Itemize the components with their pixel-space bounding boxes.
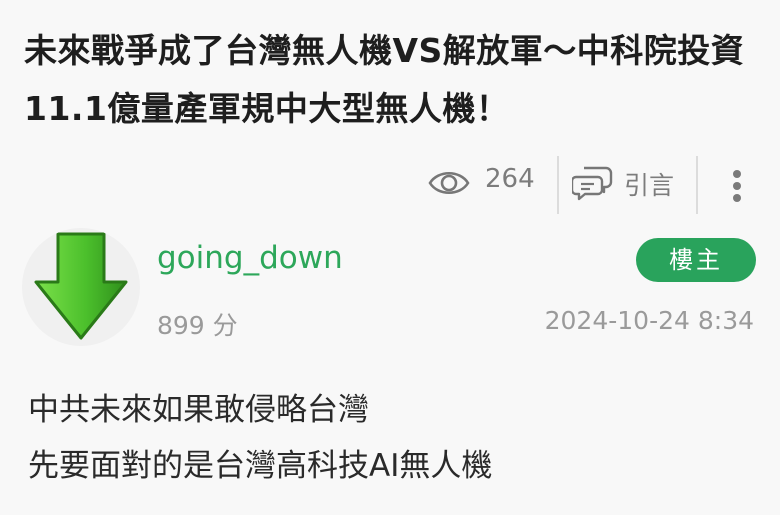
post-timestamp: 2024-10-24 8:34 (544, 306, 754, 335)
divider (557, 156, 559, 214)
body-line: 中共未來如果敢侵略台灣 (28, 392, 369, 428)
author-points: 899 分 (157, 311, 238, 340)
post-body: 中共未來如果敢侵略台灣 先要面對的是台灣高科技AI無人機 (28, 382, 492, 494)
avatar[interactable] (22, 228, 140, 346)
post-action-bar: 264 引言 (0, 156, 780, 214)
eye-icon (428, 166, 470, 204)
quote-label: 引言 (624, 171, 675, 200)
post-title: 未來戰爭成了台灣無人機VS解放軍～中科院投資11.1億量產軍規中大型無人機！ (24, 31, 745, 128)
more-options-button[interactable] (720, 166, 754, 206)
op-badge: 樓主 (636, 238, 756, 282)
green-down-arrow-icon (22, 232, 140, 346)
view-count: 264 (485, 164, 535, 194)
body-line: 先要面對的是台灣高科技AI無人機 (28, 448, 493, 484)
quote-bubbles-icon (570, 165, 614, 205)
quote-button[interactable]: 引言 (570, 162, 684, 206)
author-username[interactable]: going_down (157, 240, 343, 276)
divider (696, 156, 698, 214)
